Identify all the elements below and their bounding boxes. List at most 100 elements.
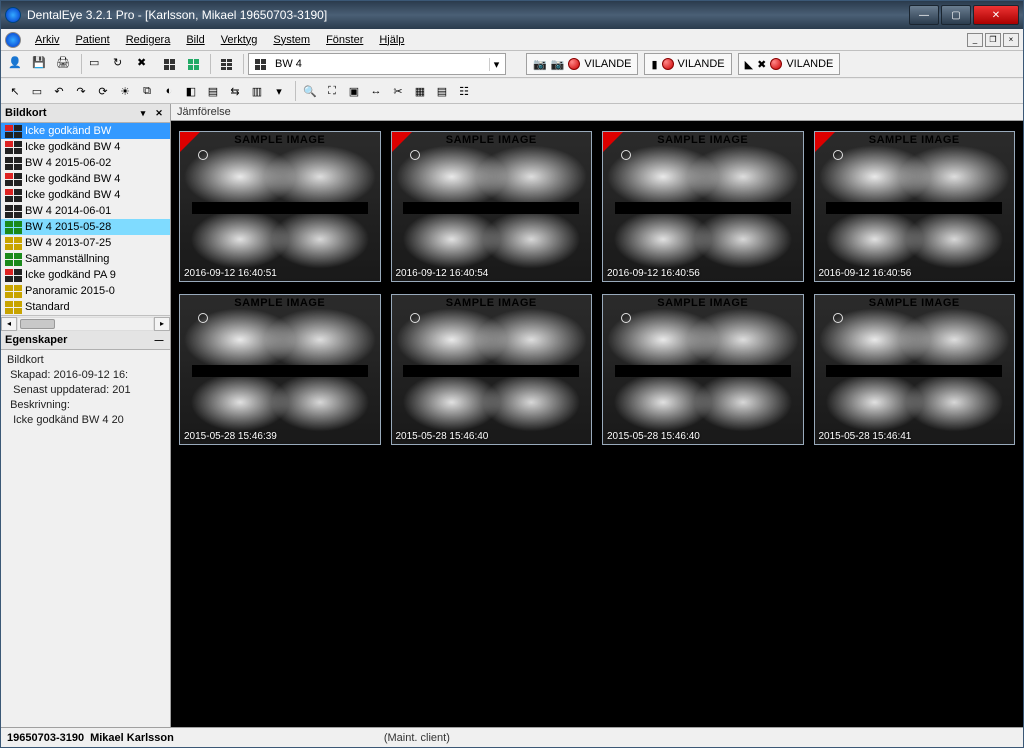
bildkort-item[interactable]: Icke godkänd PA 9 [1, 267, 170, 283]
bildkort-item[interactable]: Icke godkänd BW 4 [1, 171, 170, 187]
scroll-left-button[interactable]: ◂ [1, 317, 17, 331]
toolbar-separator [243, 54, 244, 74]
mdi-close-button[interactable]: × [1003, 33, 1019, 47]
zoom-actual-button[interactable]: ▣ [344, 81, 364, 101]
main-toolbar: 👤 💾 🖨 ▭ ↻ ✖ BW 4 ▾ 📷 📷 VILANDE ▮ VILANDE [1, 51, 1023, 78]
scroll-right-button[interactable]: ▸ [154, 317, 170, 331]
bildkort-item[interactable]: Sammanställning [1, 251, 170, 267]
bildkort-item[interactable]: Panoramic 2015-0 [1, 283, 170, 299]
card-icon [3, 204, 23, 218]
bildkort-item[interactable]: Icke godkänd BW 4 [1, 187, 170, 203]
xray-thumbnail[interactable]: SAMPLE IMAGE 2015-05-28 15:46:39 [179, 294, 381, 445]
print-button[interactable]: 🖨 [53, 53, 75, 75]
bildkort-item[interactable]: Standard [1, 299, 170, 315]
invert-button[interactable]: ▤ [203, 81, 223, 101]
watermark: SAMPLE IMAGE [180, 297, 380, 309]
undo-button[interactable]: ↶ [49, 81, 69, 101]
mdi-minimize-button[interactable]: _ [967, 33, 983, 47]
menu-system[interactable]: System [265, 32, 318, 48]
columns-button[interactable]: ▥ [247, 81, 267, 101]
sensor-icon: ▮ [651, 58, 657, 71]
xray-thumbnail[interactable]: SAMPLE IMAGE2015-05-28 15:46:40 [391, 294, 593, 445]
maximize-button[interactable]: ▢ [941, 5, 971, 25]
menu-bild[interactable]: Bild [178, 32, 212, 48]
menu-arkiv[interactable]: Arkiv [27, 32, 67, 48]
flip-button[interactable]: ⇆ [225, 81, 245, 101]
card-icon [3, 140, 23, 154]
card-icon [3, 252, 23, 266]
save-button[interactable]: 💾 [29, 53, 51, 75]
capture-device-2[interactable]: ▮ VILANDE [644, 53, 731, 75]
timestamp-label: 2015-05-28 15:46:39 [184, 431, 277, 442]
pointer-tool-button[interactable]: ↖ [5, 81, 25, 101]
xray-thumbnail[interactable]: SAMPLE IMAGE2016-09-12 16:40:56 [814, 131, 1016, 282]
menu-redigera[interactable]: Redigera [118, 32, 179, 48]
mdi-restore-button[interactable]: ❐ [985, 33, 1001, 47]
xray-image [603, 132, 803, 281]
new-card-button[interactable]: ▭ [86, 53, 108, 75]
scroll-thumb[interactable] [20, 319, 55, 329]
list-hscrollbar[interactable]: ◂ ▸ [1, 315, 170, 331]
brightness-button[interactable]: ☀ [115, 81, 135, 101]
reject-button[interactable]: ✖ [134, 53, 156, 75]
status-patient-name: Mikael Karlsson [90, 732, 174, 744]
status-dot-icon [770, 58, 782, 70]
xray-thumbnail[interactable]: SAMPLE IMAGE2016-09-12 16:40:51 [179, 131, 381, 282]
titlebar[interactable]: DentalEye 3.2.1 Pro - [Karlsson, Mikael … [1, 1, 1023, 29]
open-patient-button[interactable]: 👤 [5, 53, 27, 75]
measure-button[interactable]: ↔ [366, 81, 386, 101]
menu-patient[interactable]: Patient [67, 32, 117, 48]
zoom-in-button[interactable]: 🔍 [300, 81, 320, 101]
refresh-button[interactable]: ↻ [110, 53, 132, 75]
scroll-track[interactable] [17, 317, 154, 331]
status-patient-id: 19650703-3190 [7, 732, 84, 744]
zoom-fit-button[interactable]: ⛶ [322, 81, 342, 101]
app-menu-icon[interactable] [5, 32, 21, 48]
bildkort-panel-header: Bildkort ▾ ✕ [1, 104, 170, 123]
bildkort-item[interactable]: BW 4 2013-07-25 [1, 235, 170, 251]
contrast-button[interactable]: ◐ [159, 81, 179, 101]
bildkort-item[interactable]: BW 4 2015-06-02 [1, 155, 170, 171]
capture-device-1[interactable]: 📷 📷 VILANDE [526, 53, 638, 75]
filter-button[interactable]: ☷ [454, 81, 474, 101]
card-icon [3, 300, 23, 314]
menu-fonster[interactable]: Fönster [318, 32, 371, 48]
panel-close-button[interactable]: ✕ [152, 106, 166, 120]
more-button[interactable]: ▾ [269, 81, 289, 101]
histogram-button[interactable]: ⧉ [137, 81, 157, 101]
grid-overlay-button[interactable]: ▦ [410, 81, 430, 101]
select-tool-button[interactable]: ▭ [27, 81, 47, 101]
xray-thumbnail[interactable]: SAMPLE IMAGE2015-05-28 15:46:41 [814, 294, 1016, 445]
bildkort-item[interactable]: BW 4 2014-06-01 [1, 203, 170, 219]
crop-button[interactable]: ✂ [388, 81, 408, 101]
panel-menu-button[interactable]: ▾ [136, 106, 150, 120]
minimize-button[interactable]: — [909, 5, 939, 25]
menu-hjalp[interactable]: Hjälp [371, 32, 412, 48]
capture-device-3[interactable]: ◣ ✖ VILANDE [738, 53, 841, 75]
timestamp-label: 2015-05-28 15:46:40 [396, 431, 489, 442]
status-dot-icon [662, 58, 674, 70]
bildkort-item-label: Icke godkänd BW 4 [25, 173, 120, 185]
xray-thumbnail[interactable]: SAMPLE IMAGE2016-09-12 16:40:56 [602, 131, 804, 282]
xray-thumbnail[interactable]: SAMPLE IMAGE2015-05-28 15:46:40 [602, 294, 804, 445]
bildkort-item[interactable]: Icke godkänd BW [1, 123, 170, 139]
image-toolbar: ↖ ▭ ↶ ↷ ⟳ ☀ ⧉ ◐ ◧ ▤ ⇆ ▥ ▾ 🔍 ⛶ ▣ ↔ ✂ ▦ ▤ … [1, 78, 1023, 104]
bildkort-item[interactable]: BW 4 2015-05-28 [1, 219, 170, 235]
bildkort-item[interactable]: Icke godkänd BW 4 [1, 139, 170, 155]
ruler-button[interactable]: ▤ [432, 81, 452, 101]
xray-image [392, 295, 592, 444]
rotate-button[interactable]: ⟳ [93, 81, 113, 101]
watermark: SAMPLE IMAGE [180, 134, 380, 146]
redo-button[interactable]: ↷ [71, 81, 91, 101]
bildkort-item-label: Icke godkänd BW 4 [25, 189, 120, 201]
list-view-button[interactable] [215, 53, 237, 75]
close-button[interactable]: ✕ [973, 5, 1019, 25]
orientation-marker-icon [833, 150, 843, 160]
panel-collapse-button[interactable]: — [152, 333, 166, 347]
grid-view-button[interactable] [182, 53, 204, 75]
sharpen-button[interactable]: ◧ [181, 81, 201, 101]
template-dropdown[interactable]: BW 4 ▾ [248, 53, 506, 75]
menu-verktyg[interactable]: Verktyg [213, 32, 266, 48]
xray-thumbnail[interactable]: SAMPLE IMAGE2016-09-12 16:40:54 [391, 131, 593, 282]
thumbnail-view-button[interactable] [158, 53, 180, 75]
